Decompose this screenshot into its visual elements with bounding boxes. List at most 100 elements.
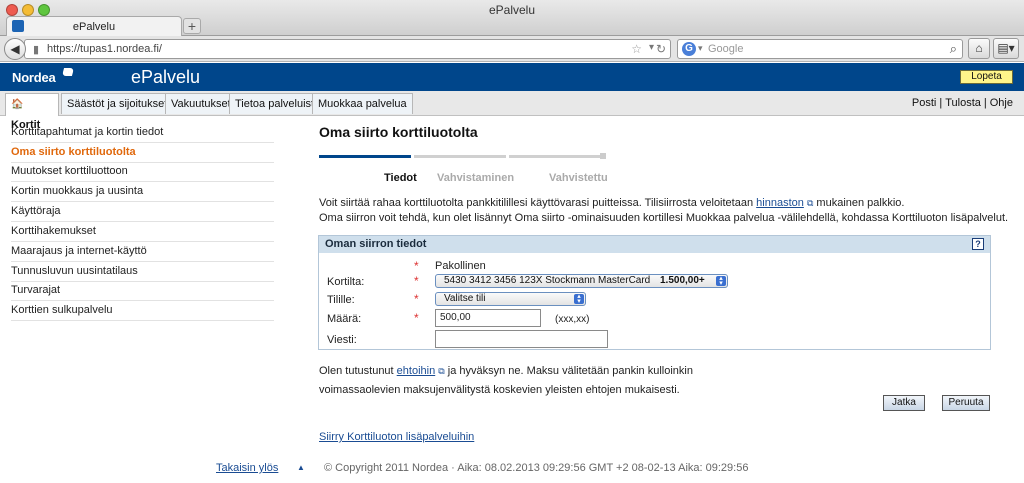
- lock-icon: ▮: [33, 44, 40, 56]
- card-available-amount: 1.500,00+: [660, 275, 705, 286]
- main-tabs: 🏠Kortit Säästöt ja sijoitukset Vakuutuks…: [0, 91, 1024, 131]
- back-to-top-link[interactable]: Takaisin ylös: [216, 462, 278, 474]
- sidebar-item-maarajaus[interactable]: Maarajaus ja internet-käyttö: [11, 242, 274, 262]
- sidebar-item-turvarajat[interactable]: Turvarajat: [11, 281, 274, 301]
- sidebar-item-sulkupalvelu[interactable]: Korttien sulkupalvelu: [11, 301, 274, 321]
- address-bar[interactable]: ▮ https://tupas1.nordea.fi/ ☆ ▾ ↻: [24, 39, 671, 59]
- tulosta-link[interactable]: Tulosta: [945, 97, 981, 109]
- posti-link[interactable]: Posti: [912, 97, 936, 109]
- home-icon: 🏠: [11, 99, 24, 110]
- terms-text-line2: voimassaolevien maksujenvälitystä koskev…: [319, 384, 680, 396]
- sidebar-item-tunnusluku[interactable]: Tunnusluvun uusintatilaus: [11, 262, 274, 282]
- bookmarks-button[interactable]: ▤▾: [993, 38, 1019, 59]
- tab-kortit[interactable]: 🏠Kortit: [5, 93, 59, 131]
- amount-format-hint: (xxx,xx): [555, 314, 590, 325]
- logout-button[interactable]: Lopeta: [960, 70, 1013, 84]
- required-marker: *: [414, 259, 419, 273]
- divider: |: [939, 97, 943, 109]
- url-text[interactable]: https://tupas1.nordea.fi/: [47, 43, 162, 55]
- reload-icon[interactable]: ↻: [656, 42, 666, 56]
- form-heading-text: Oman siirron tiedot: [325, 238, 427, 250]
- terms-text-part: Olen tutustunut: [319, 365, 397, 377]
- account-select-value: Valitse tili: [444, 293, 486, 304]
- transfer-form-panel: Oman siirron tiedot ? * Pakollinen Korti…: [318, 235, 991, 350]
- step-bar: [509, 155, 601, 158]
- browser-tab[interactable]: ePalvelu: [6, 16, 182, 36]
- divider: |: [983, 97, 987, 109]
- step-label-vahvistettu: Vahvistettu: [549, 172, 608, 184]
- tab-saastot[interactable]: Säästöt ja sijoitukset: [61, 93, 174, 114]
- form-heading: Oman siirron tiedot ?: [319, 236, 990, 253]
- card-select-value: 5430 3412 3456 123X Stockmann MasterCard: [444, 275, 651, 286]
- terms-text: Olen tutustunut ehtoihin ⧉ ja hyväksyn n…: [319, 362, 739, 400]
- tab-label: Muokkaa palvelua: [318, 98, 407, 110]
- help-icon[interactable]: ?: [972, 238, 984, 250]
- window-title: ePalvelu: [488, 3, 536, 17]
- tab-label: Tietoa palveluista: [235, 98, 321, 110]
- new-tab-button[interactable]: +: [183, 18, 201, 34]
- continue-button[interactable]: Jatka: [883, 395, 925, 411]
- search-placeholder: Google: [708, 43, 744, 55]
- nordea-logo-mark-icon: [61, 68, 75, 76]
- select-arrows-icon: ▴ ▾: [574, 293, 584, 305]
- amount-input[interactable]: 500,00: [435, 309, 541, 327]
- ohje-link[interactable]: Ohje: [990, 97, 1013, 109]
- tab-label: Säästöt ja sijoitukset: [67, 98, 168, 110]
- tab-vakuutukset[interactable]: Vakuutukset: [165, 93, 237, 114]
- back-button[interactable]: ◀: [4, 38, 26, 60]
- step-bar: [414, 155, 506, 158]
- bookmarks-icon: ▤▾: [997, 41, 1015, 55]
- intro-text-part: mukainen palkkio.: [813, 197, 905, 209]
- browser-navbar: ▮ https://tupas1.nordea.fi/ ☆ ▾ ↻ ◀ G ▾ …: [0, 36, 1024, 62]
- google-icon[interactable]: G: [682, 42, 696, 56]
- history-dropdown-icon[interactable]: ▾: [649, 42, 654, 53]
- search-icon[interactable]: ⌕: [950, 41, 957, 57]
- price-list-link[interactable]: hinnaston: [756, 197, 804, 209]
- required-marker: *: [414, 311, 419, 325]
- tab-label: Vakuutukset: [171, 98, 231, 110]
- account-select[interactable]: Valitse tili ▴ ▾: [435, 292, 586, 306]
- required-marker: *: [414, 274, 419, 288]
- sidebar-item-muokkaus[interactable]: Kortin muokkaus ja uusinta: [11, 182, 274, 202]
- select-arrows-icon: ▴ ▾: [716, 275, 726, 287]
- tab-title: ePalvelu: [72, 21, 116, 33]
- bookmark-star-icon[interactable]: ☆: [631, 42, 642, 56]
- page-title: Oma siirto korttiluotolta: [319, 124, 478, 140]
- step-label-vahvistaminen: Vahvistaminen: [437, 172, 515, 184]
- nordea-logo[interactable]: Nordea: [12, 70, 56, 85]
- step-label-tiedot: Tiedot: [384, 172, 417, 184]
- card-label: Kortilta:: [327, 276, 365, 288]
- home-button[interactable]: ⌂: [968, 38, 990, 59]
- intro-text-line2: Oma siirron voit tehdä, kun olet lisänny…: [319, 212, 1009, 224]
- copyright-text: © Copyright 2011 Nordea · Aika: 08.02.20…: [324, 462, 749, 474]
- engine-dropdown-icon[interactable]: ▾: [698, 43, 703, 54]
- card-select[interactable]: 5430 3412 3456 123X Stockmann MasterCard…: [435, 274, 728, 288]
- search-input[interactable]: G ▾ Google ⌕: [677, 39, 963, 59]
- browser-titlebar: ePalvelu ePalvelu +: [0, 0, 1024, 36]
- sidebar-item-korttihakemukset[interactable]: Korttihakemukset: [11, 222, 274, 242]
- sidebar-item-kayttoraja[interactable]: Käyttöraja: [11, 202, 274, 222]
- account-label: Tilille:: [327, 294, 355, 306]
- home-icon: ⌂: [975, 41, 983, 55]
- amount-label: Määrä:: [327, 313, 362, 325]
- message-label: Viesti:: [327, 334, 357, 346]
- credit-services-link[interactable]: Siirry Korttiluoton lisäpalveluihin: [319, 431, 474, 443]
- cancel-button[interactable]: Peruuta: [942, 395, 990, 411]
- site-header: Nordea ePalvelu Lopeta: [0, 63, 1024, 91]
- utility-links: Posti | Tulosta | Ohje: [912, 97, 1013, 109]
- sidebar-item-korttitapahtumat[interactable]: Korttitapahtumat ja kortin tiedot: [11, 123, 274, 143]
- intro-text-part: Voit siirtää rahaa korttiluotolta pankki…: [319, 197, 757, 209]
- terms-text-part: ja hyväksyn ne. Maksu välitetään pankin …: [444, 365, 693, 377]
- sidebar-item-oma-siirto[interactable]: Oma siirto korttiluotolta: [11, 143, 274, 163]
- terms-link[interactable]: ehtoihin: [397, 365, 436, 377]
- tab-muokkaa-palvelua[interactable]: Muokkaa palvelua: [312, 93, 413, 114]
- back-arrow-icon: ◀: [10, 42, 20, 56]
- required-note: Pakollinen: [435, 260, 486, 272]
- required-marker: *: [414, 292, 419, 306]
- up-arrow-icon[interactable]: ▲: [297, 463, 305, 472]
- message-input[interactable]: [435, 330, 608, 348]
- step-bar-active: [319, 155, 411, 158]
- sidebar-item-muutokset[interactable]: Muutokset korttiluottoon: [11, 162, 274, 182]
- step-end-marker: [600, 153, 606, 159]
- app-title: ePalvelu: [131, 67, 201, 87]
